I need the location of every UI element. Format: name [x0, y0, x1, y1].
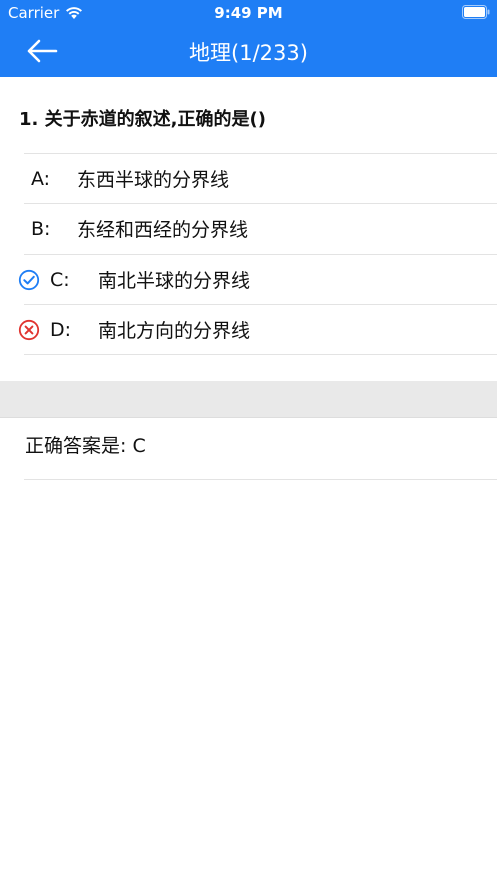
- divider: [24, 479, 497, 480]
- option-letter: B:: [31, 217, 51, 240]
- option-text: 东经和西经的分界线: [77, 219, 249, 241]
- option-text: 南北方向的分界线: [98, 320, 251, 342]
- option-c[interactable]: C: 南北半球的分界线: [18, 254, 497, 304]
- correct-answer-text: 正确答案是: C: [25, 435, 146, 457]
- option-a[interactable]: A: 东西半球的分界线: [24, 153, 497, 203]
- option-text: 东西半球的分界线: [77, 169, 230, 191]
- cross-circle-icon: [18, 319, 40, 341]
- option-d[interactable]: D: 南北方向的分界线: [18, 304, 497, 354]
- divider: [0, 417, 497, 418]
- option-letter: D:: [50, 318, 72, 341]
- option-letter: A:: [31, 167, 51, 190]
- section-separator: [0, 381, 497, 417]
- question-text: 1. 关于赤道的叙述,正确的是(): [19, 109, 266, 130]
- option-letter: C:: [50, 268, 70, 291]
- app-header: Carrier 9:49 PM 地理(1/233): [0, 0, 497, 77]
- option-text: 南北半球的分界线: [98, 270, 251, 292]
- status-bar: Carrier 9:49 PM: [0, 0, 497, 26]
- clock: 9:49 PM: [214, 4, 283, 22]
- option-b[interactable]: B: 东经和西经的分界线: [24, 203, 497, 253]
- check-circle-icon: [18, 269, 40, 291]
- page-title: 地理(1/233): [189, 41, 308, 65]
- battery-icon: [462, 5, 490, 19]
- divider: [24, 354, 497, 355]
- navigation-bar: 地理(1/233): [0, 26, 497, 77]
